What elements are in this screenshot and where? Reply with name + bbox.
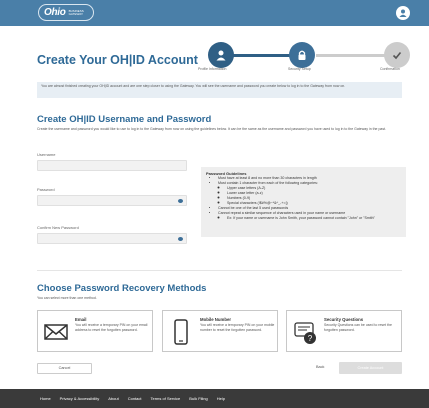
step-security-setup: [289, 42, 315, 68]
method-title: Mobile Number: [200, 317, 232, 322]
username-label: Username: [37, 152, 56, 157]
recovery-method-email[interactable]: Email You will receive a temporary PIN o…: [37, 310, 153, 352]
cancel-button[interactable]: Cancel: [37, 363, 92, 374]
method-description: You will receive a temporary PIN on your…: [75, 323, 148, 332]
guideline-item: Cannot repeat a similar sequence of char…: [218, 211, 401, 221]
footer-link-contact[interactable]: Contact: [128, 396, 142, 401]
footer-link-help[interactable]: Help: [217, 396, 225, 401]
confirm-password-input[interactable]: [37, 233, 187, 244]
guidelines-list: Must have at least 8 and no more than 30…: [206, 176, 401, 221]
recovery-method-mobile[interactable]: Mobile Number You will receive a tempora…: [162, 310, 278, 352]
back-link[interactable]: Back: [316, 365, 324, 369]
guideline-example: Ex: If your name or username is John Smi…: [227, 216, 401, 221]
security-questions-icon: ?: [294, 322, 316, 344]
footer-link-privacy[interactable]: Privacy & Accessibility: [60, 396, 100, 401]
info-notice: You are almost finished creating your OH…: [37, 82, 402, 98]
password-label: Password: [37, 187, 55, 192]
person-icon: [216, 50, 226, 61]
step-confirmation: [384, 42, 410, 68]
create-account-button[interactable]: Create Account: [339, 362, 402, 374]
lock-icon: [298, 50, 306, 60]
footer: Home Privacy & Accessibility About Conta…: [0, 389, 429, 408]
show-password-icon[interactable]: [178, 199, 183, 203]
guideline-item: Must contain 1 character from each of th…: [218, 181, 401, 206]
guideline-sublist: Upper case letters (A-Z) Lower case lett…: [218, 186, 401, 206]
method-description: You will receive a temporary PIN on your…: [200, 323, 275, 332]
footer-link-terms[interactable]: Terms of Service: [151, 396, 181, 401]
step-label-security: Security Setup: [288, 67, 311, 71]
credentials-section-title: Create OH|ID Username and Password: [37, 114, 212, 125]
method-description: Security Questions can be used to reset …: [324, 323, 392, 332]
credentials-section-description: Create the username and password you wou…: [37, 127, 387, 131]
method-title: Security Questions: [324, 317, 364, 322]
username-input[interactable]: [37, 160, 187, 171]
password-guidelines: Password Guidelines Must have at least 8…: [201, 167, 406, 237]
method-title: Email: [75, 317, 87, 322]
guideline-sublist: Ex: If your name or username is John Smi…: [218, 216, 401, 221]
footer-link-bulk-filing[interactable]: Bulk Filing: [189, 396, 207, 401]
mobile-phone-icon: [174, 319, 188, 345]
step-label-profile: Profile Information: [198, 67, 227, 71]
recovery-section-title: Choose Password Recovery Methods: [37, 283, 207, 294]
recovery-method-security-questions[interactable]: ? Security Questions Security Questions …: [286, 310, 402, 352]
progress-steps: Profile Information Security Setup Confi…: [0, 0, 429, 80]
footer-link-about[interactable]: About: [108, 396, 118, 401]
confirm-password-label: Confirm New Password: [37, 225, 79, 230]
footer-link-home[interactable]: Home: [40, 396, 51, 401]
show-confirm-password-icon[interactable]: [178, 237, 183, 241]
envelope-icon: [44, 324, 68, 340]
section-divider: [37, 270, 402, 271]
step-profile-information: [208, 42, 234, 68]
recovery-section-description: You can select more than one method.: [37, 296, 97, 300]
password-input[interactable]: [37, 195, 187, 206]
check-icon: [392, 51, 402, 60]
svg-text:?: ?: [308, 334, 313, 343]
step-label-confirmation: Confirmation: [380, 67, 400, 71]
